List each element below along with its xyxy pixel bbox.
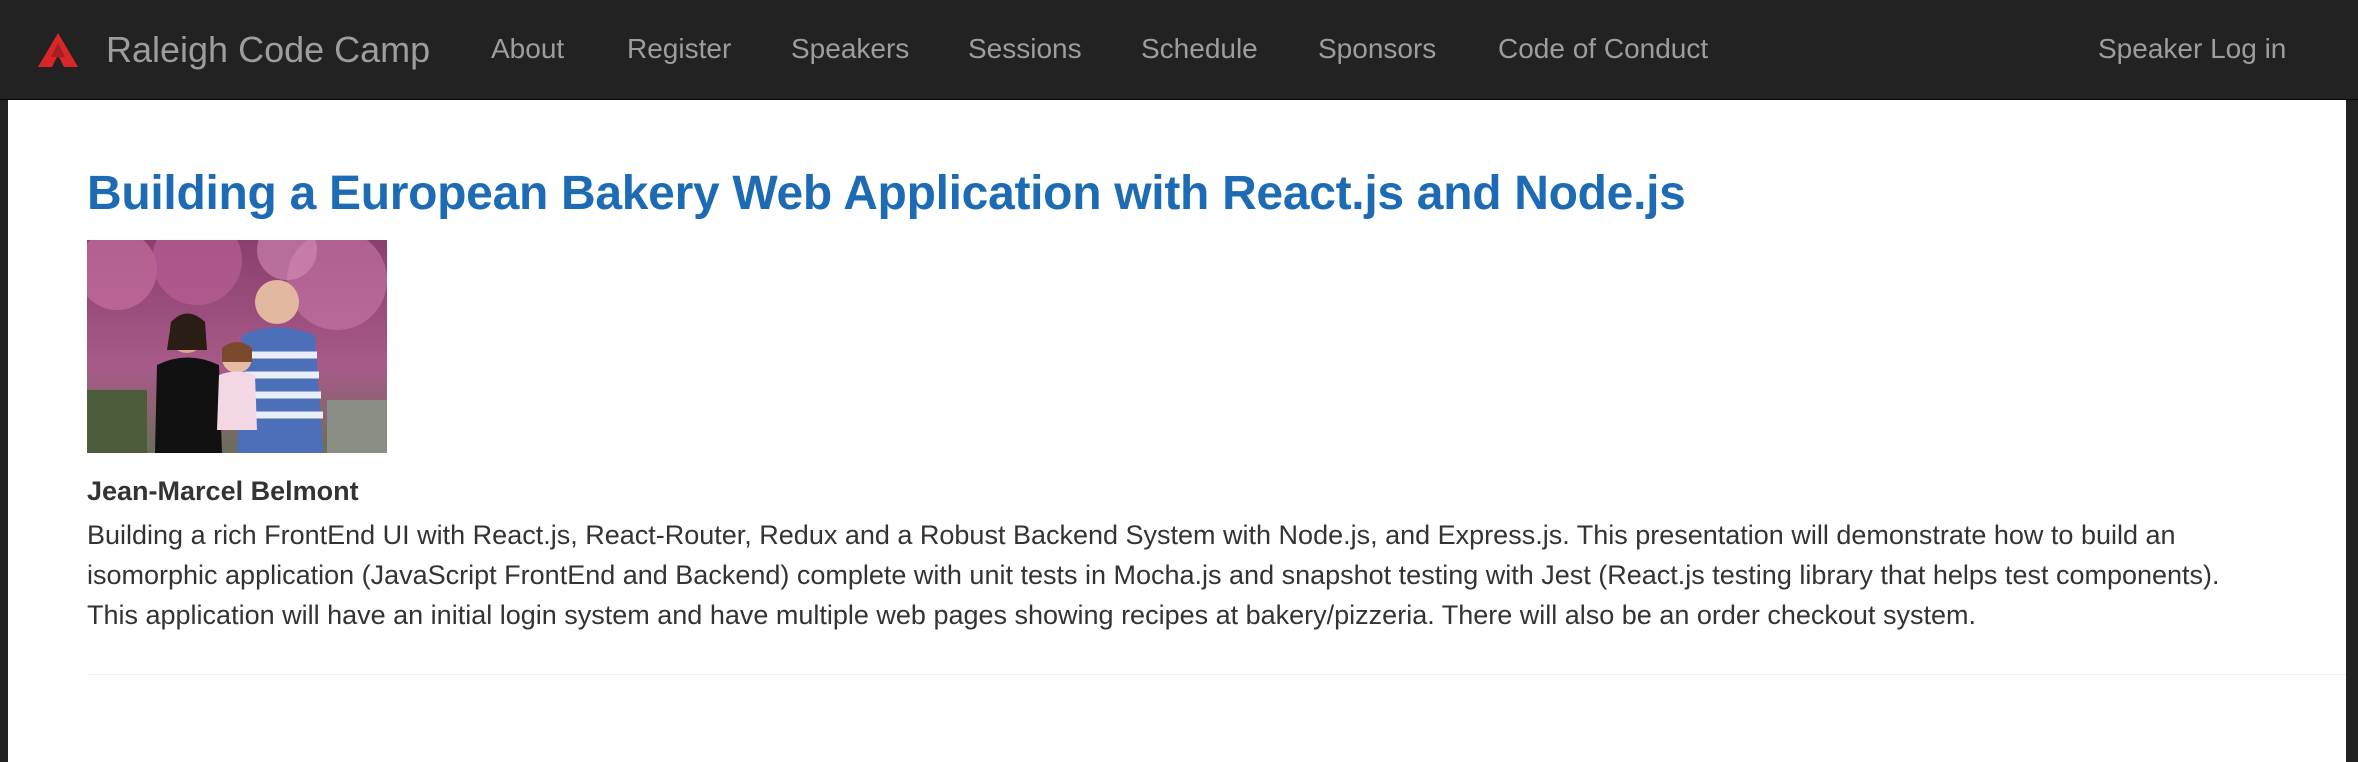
- speaker-login-link[interactable]: Speaker Log in: [2098, 0, 2286, 99]
- nav-link-speakers[interactable]: Speakers: [791, 0, 909, 99]
- nav-link-about[interactable]: About: [491, 0, 564, 99]
- description-line: isomorphic application (JavaScript Front…: [87, 560, 2220, 590]
- nav-link-schedule[interactable]: Schedule: [1141, 0, 1258, 99]
- nav-link-code-of-conduct[interactable]: Code of Conduct: [1498, 0, 1708, 99]
- top-navbar: Raleigh Code Camp About Register Speaker…: [0, 0, 2358, 100]
- speaker-name: Jean-Marcel Belmont: [87, 476, 359, 506]
- nav-link-sponsors[interactable]: Sponsors: [1318, 0, 1436, 99]
- nav-link-sessions[interactable]: Sessions: [968, 0, 1082, 99]
- main-content: Building a European Bakery Web Applicati…: [8, 100, 2346, 762]
- brand-name: Raleigh Code Camp: [106, 28, 431, 70]
- nav-link-register[interactable]: Register: [627, 0, 731, 99]
- speaker-photo: [87, 240, 387, 453]
- description-line: This application will have an initial lo…: [87, 600, 1976, 630]
- red-triangle-logo-icon: [38, 32, 78, 67]
- session-description: Building a rich FrontEnd UI with React.j…: [87, 515, 2358, 635]
- description-line: Building a rich FrontEnd UI with React.j…: [87, 520, 2176, 550]
- divider: [87, 674, 2346, 675]
- brand[interactable]: Raleigh Code Camp: [38, 0, 430, 99]
- session-title[interactable]: Building a European Bakery Web Applicati…: [87, 166, 1686, 221]
